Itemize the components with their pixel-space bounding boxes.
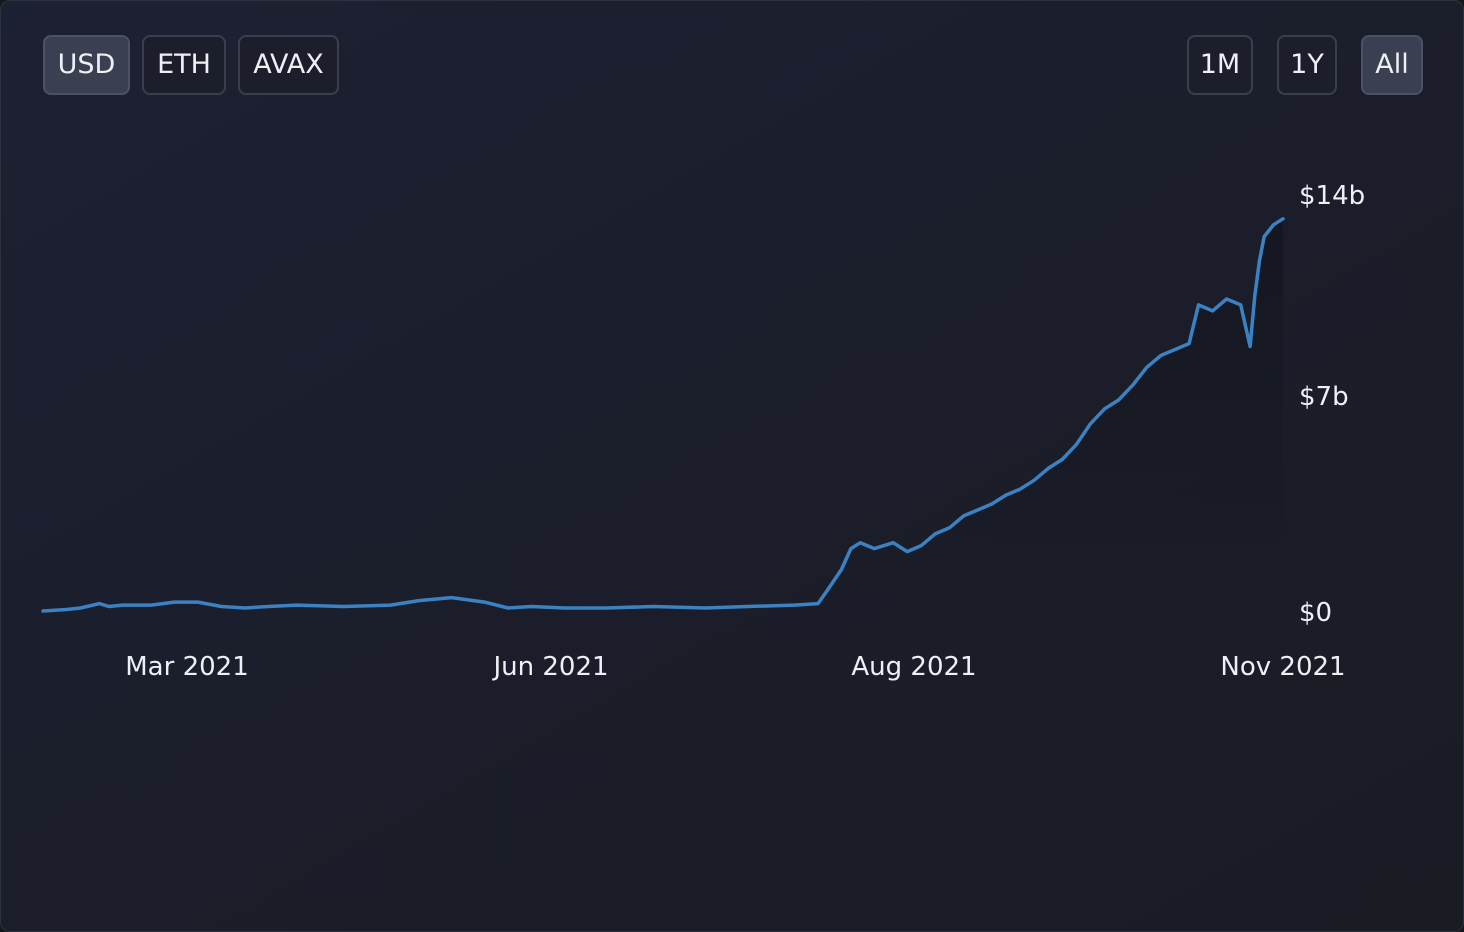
x-tick-label: Jun 2021 — [491, 652, 608, 682]
y-tick-label: $14b — [1299, 181, 1365, 211]
x-tick-label: Mar 2021 — [125, 652, 249, 682]
y-tick-label: $7b — [1299, 382, 1349, 412]
x-tick-label: Aug 2021 — [851, 652, 976, 682]
x-tick-label: Nov 2021 — [1220, 652, 1345, 682]
y-tick-label: $0 — [1299, 598, 1332, 628]
tvl-line-chart: Mar 2021 Jun 2021 Aug 2021 Nov 2021 $0 $… — [41, 181, 1365, 682]
chart-panel: USD ETH AVAX 1M 1Y All Mar 2021 Jun 2021… — [0, 0, 1464, 932]
